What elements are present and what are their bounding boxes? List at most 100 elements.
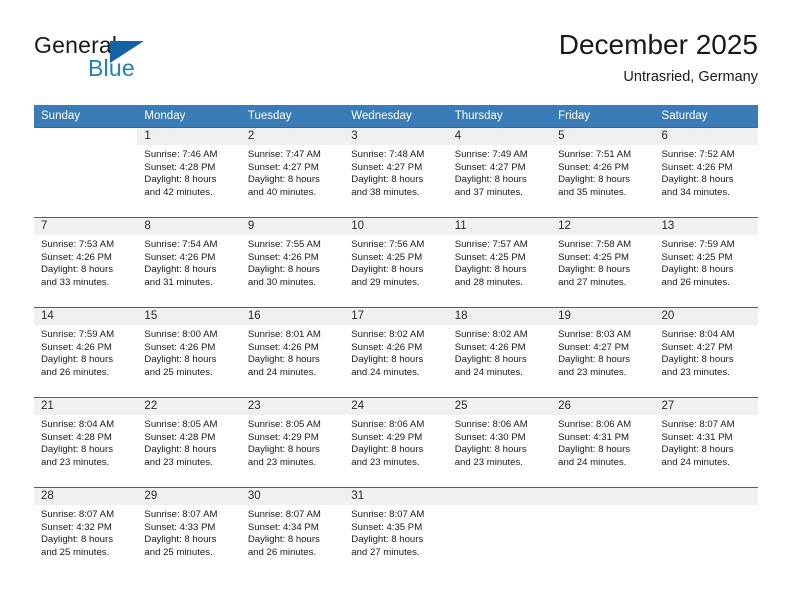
calendar-day-cell[interactable]: 9 Sunrise: 7:55 AM Sunset: 4:26 PM Daylight… xyxy=(240,217,345,308)
calendar-day-cell[interactable]: 10 Sunrise: 7:56 AM Sunset: 4:25 PM Dayligh… xyxy=(344,217,448,308)
day-cell-inner: 6 Sunrise: 7:52 AM Sunset: 4:26 PM Daylight… xyxy=(654,128,758,217)
day-number: 24 xyxy=(344,398,448,415)
day-number: 1 xyxy=(137,128,241,145)
day-info: Sunrise: 7:47 AM Sunset: 4:27 PM Daylight:… xyxy=(241,145,344,199)
general-blue-logo[interactable]: General Blue xyxy=(34,32,174,88)
sunset-text: Sunset: 4:28 PM xyxy=(41,431,112,443)
calendar-day-cell[interactable]: 8 Sunrise: 7:54 AM Sunset: 4:26 PM Daylight… xyxy=(137,217,241,308)
daylight-text-line2: and 24 minutes. xyxy=(454,366,523,378)
calendar-day-cell[interactable]: 28 Sunrise: 8:07 AM Sunset: 4:32 PM Dayligh… xyxy=(34,487,138,577)
day-cell-inner: 10 Sunrise: 7:56 AM Sunset: 4:25 PM Dayligh… xyxy=(344,218,448,307)
day-info: Sunrise: 8:07 AM Sunset: 4:31 PM Daylight:… xyxy=(655,415,758,469)
daylight-text-line2: and 29 minutes. xyxy=(351,276,420,288)
daylight-text-line1: Daylight: 8 hours xyxy=(558,444,631,456)
day-cell-inner: 14 Sunrise: 7:59 AM Sunset: 4:26 PM Dayligh… xyxy=(34,308,138,397)
calendar-day-cell[interactable]: 22 Sunrise: 8:05 AM Sunset: 4:28 PM Dayligh… xyxy=(137,397,241,488)
calendar-day-cell[interactable]: 11 Sunrise: 7:57 AM Sunset: 4:25 PM Dayligh… xyxy=(447,217,552,308)
calendar-day-cell[interactable]: 2 Sunrise: 7:47 AM Sunset: 4:27 PM Daylight… xyxy=(240,127,345,218)
daylight-text-line1: Daylight: 8 hours xyxy=(351,174,424,186)
daylight-text-line2: and 30 minutes. xyxy=(247,276,317,288)
daylight-text-line1: Daylight: 8 hours xyxy=(661,354,734,366)
page-title: December 2025 xyxy=(558,29,758,60)
daylight-text-line2: and 27 minutes. xyxy=(351,546,420,558)
calendar-day-cell[interactable]: 16 Sunrise: 8:01 AM Sunset: 4:26 PM Dayligh… xyxy=(240,307,345,398)
calendar-day-cell[interactable]: 26 Sunrise: 8:06 AM Sunset: 4:31 PM Dayligh… xyxy=(551,397,655,488)
daylight-text-line2: and 34 minutes. xyxy=(661,186,730,198)
daylight-text-line1: Daylight: 8 hours xyxy=(41,534,113,546)
daylight-text-line1: Daylight: 8 hours xyxy=(454,264,527,276)
daylight-text-line2: and 38 minutes. xyxy=(351,186,420,198)
daylight-text-line1: Daylight: 8 hours xyxy=(144,444,217,456)
calendar-day-cell[interactable]: 25 Sunrise: 8:06 AM Sunset: 4:30 PM Dayligh… xyxy=(447,397,552,488)
sunrise-text: Sunrise: 8:07 AM xyxy=(144,509,218,520)
daylight-text-line1: Daylight: 8 hours xyxy=(558,174,631,186)
calendar-day-cell[interactable]: 1 Sunrise: 7:46 AM Sunset: 4:28 PM Daylight… xyxy=(137,127,241,218)
day-info: Sunrise: 7:56 AM Sunset: 4:25 PM Daylight:… xyxy=(344,235,447,289)
sunset-text: Sunset: 4:26 PM xyxy=(247,341,319,353)
daylight-text-line2: and 24 minutes. xyxy=(661,456,730,468)
calendar-day-cell[interactable]: 12 Sunrise: 7:58 AM Sunset: 4:25 PM Dayligh… xyxy=(551,217,655,308)
daylight-text-line2: and 37 minutes. xyxy=(454,186,523,198)
day-number: 18 xyxy=(447,308,552,325)
calendar-day-cell[interactable]: 17 Sunrise: 8:02 AM Sunset: 4:26 PM Dayligh… xyxy=(344,307,448,398)
sunrise-text: Sunrise: 8:02 AM xyxy=(454,329,528,340)
day-cell-inner: 30 Sunrise: 8:07 AM Sunset: 4:34 PM Dayligh… xyxy=(240,488,345,577)
day-info: Sunrise: 8:05 AM Sunset: 4:28 PM Daylight:… xyxy=(137,415,240,469)
calendar-day-cell[interactable]: 5 Sunrise: 7:51 AM Sunset: 4:26 PM Daylight… xyxy=(551,127,655,218)
day-cell-inner: 19 Sunrise: 8:03 AM Sunset: 4:27 PM Dayligh… xyxy=(551,308,655,397)
daylight-text-line1: Daylight: 8 hours xyxy=(351,264,424,276)
calendar-day-cell[interactable]: 3 Sunrise: 7:48 AM Sunset: 4:27 PM Daylight… xyxy=(344,127,448,218)
daylight-text-line2: and 23 minutes. xyxy=(144,456,213,468)
day-info: Sunrise: 8:04 AM Sunset: 4:27 PM Daylight:… xyxy=(655,325,758,379)
daylight-text-line2: and 24 minutes. xyxy=(558,456,627,468)
sunset-text: Sunset: 4:34 PM xyxy=(247,521,319,533)
sunrise-text: Sunrise: 8:07 AM xyxy=(247,509,321,520)
day-number: 23 xyxy=(240,398,345,415)
sunrise-text: Sunrise: 8:00 AM xyxy=(144,329,218,340)
calendar-day-cell[interactable]: 24 Sunrise: 8:06 AM Sunset: 4:29 PM Dayligh… xyxy=(344,397,448,488)
calendar-day-cell[interactable]: 6 Sunrise: 7:52 AM Sunset: 4:26 PM Daylight… xyxy=(654,127,758,218)
calendar-day-cell[interactable]: 21 Sunrise: 8:04 AM Sunset: 4:28 PM Dayligh… xyxy=(34,397,138,488)
calendar-day-cell[interactable]: 30 Sunrise: 8:07 AM Sunset: 4:34 PM Dayligh… xyxy=(240,487,345,577)
calendar-day-cell[interactable]: 29 Sunrise: 8:07 AM Sunset: 4:33 PM Dayligh… xyxy=(137,487,241,577)
calendar-cell-empty xyxy=(654,487,758,577)
calendar-day-cell[interactable]: 31 Sunrise: 8:07 AM Sunset: 4:35 PM Dayligh… xyxy=(344,487,448,577)
daylight-text-line1: Daylight: 8 hours xyxy=(351,534,424,546)
day-info: Sunrise: 7:59 AM Sunset: 4:26 PM Daylight:… xyxy=(34,325,137,379)
calendar-day-cell[interactable]: 27 Sunrise: 8:07 AM Sunset: 4:31 PM Dayligh… xyxy=(654,397,758,488)
day-number: 4 xyxy=(447,128,552,145)
calendar-day-cell[interactable]: 15 Sunrise: 8:00 AM Sunset: 4:26 PM Dayligh… xyxy=(137,307,241,398)
daylight-text-line1: Daylight: 8 hours xyxy=(661,264,734,276)
day-header-saturday: Saturday xyxy=(654,105,758,128)
day-cell-inner: 24 Sunrise: 8:06 AM Sunset: 4:29 PM Dayligh… xyxy=(344,398,448,487)
daylight-text-line1: Daylight: 8 hours xyxy=(41,354,113,366)
day-cell-inner: 5 Sunrise: 7:51 AM Sunset: 4:26 PM Daylight… xyxy=(551,128,655,217)
day-info: Sunrise: 7:55 AM Sunset: 4:26 PM Daylight:… xyxy=(241,235,344,289)
day-info: Sunrise: 8:07 AM Sunset: 4:34 PM Daylight:… xyxy=(241,505,344,559)
calendar-day-cell[interactable]: 14 Sunrise: 7:59 AM Sunset: 4:26 PM Dayligh… xyxy=(34,307,138,398)
calendar-cell-empty xyxy=(447,487,552,577)
daylight-text-line1: Daylight: 8 hours xyxy=(247,174,320,186)
calendar-day-cell[interactable]: 7 Sunrise: 7:53 AM Sunset: 4:26 PM Daylight… xyxy=(34,217,138,308)
calendar-day-cell[interactable]: 4 Sunrise: 7:49 AM Sunset: 4:27 PM Daylight… xyxy=(447,127,552,218)
day-number: 16 xyxy=(240,308,345,325)
daylight-text-line2: and 40 minutes. xyxy=(247,186,317,198)
day-cell-inner: 17 Sunrise: 8:02 AM Sunset: 4:26 PM Dayligh… xyxy=(344,308,448,397)
day-number: 14 xyxy=(34,308,138,325)
day-info: Sunrise: 8:07 AM Sunset: 4:35 PM Daylight:… xyxy=(344,505,447,559)
day-cell-inner: 29 Sunrise: 8:07 AM Sunset: 4:33 PM Dayligh… xyxy=(137,488,241,577)
sunrise-text: Sunrise: 8:06 AM xyxy=(351,419,425,430)
day-info: Sunrise: 7:46 AM Sunset: 4:28 PM Daylight:… xyxy=(137,145,240,199)
day-cell-inner: 23 Sunrise: 8:05 AM Sunset: 4:29 PM Dayligh… xyxy=(240,398,345,487)
daylight-text-line1: Daylight: 8 hours xyxy=(661,174,734,186)
daylight-text-line2: and 35 minutes. xyxy=(558,186,627,198)
calendar-day-cell[interactable]: 19 Sunrise: 8:03 AM Sunset: 4:27 PM Dayligh… xyxy=(551,307,655,398)
calendar-day-cell[interactable]: 20 Sunrise: 8:04 AM Sunset: 4:27 PM Dayligh… xyxy=(654,307,758,398)
daylight-text-line2: and 23 minutes. xyxy=(247,456,317,468)
calendar-day-cell[interactable]: 18 Sunrise: 8:02 AM Sunset: 4:26 PM Dayligh… xyxy=(447,307,552,398)
calendar-day-cell[interactable]: 23 Sunrise: 8:05 AM Sunset: 4:29 PM Dayligh… xyxy=(240,397,345,488)
daylight-text-line2: and 25 minutes. xyxy=(144,546,213,558)
sunrise-text: Sunrise: 7:52 AM xyxy=(661,149,735,160)
day-info: Sunrise: 8:00 AM Sunset: 4:26 PM Daylight:… xyxy=(137,325,240,379)
calendar-day-cell[interactable]: 13 Sunrise: 7:59 AM Sunset: 4:25 PM Dayligh… xyxy=(654,217,758,308)
